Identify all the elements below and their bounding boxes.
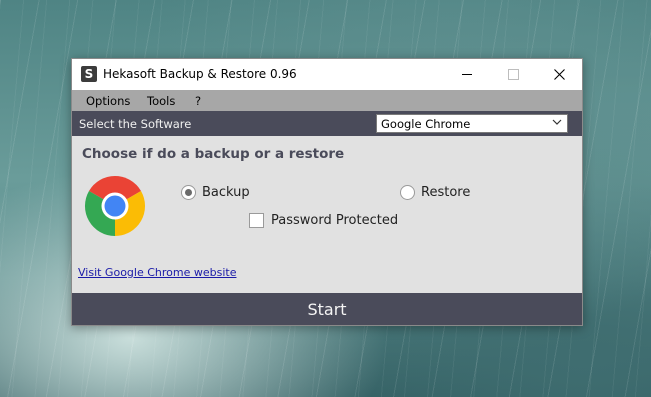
menu-bar: Options Tools ? xyxy=(72,90,582,111)
menu-tools[interactable]: Tools xyxy=(147,94,175,108)
chevron-down-icon xyxy=(552,119,562,125)
minimize-icon xyxy=(462,74,472,75)
close-button[interactable] xyxy=(536,59,582,90)
restore-radio[interactable] xyxy=(400,185,415,200)
backup-label: Backup xyxy=(202,185,250,200)
password-label: Password Protected xyxy=(271,213,399,228)
software-selector-bar: Select the Software Google Chrome xyxy=(72,111,582,136)
chrome-logo-icon xyxy=(84,176,146,236)
software-select-value: Google Chrome xyxy=(381,117,471,131)
minimize-button[interactable] xyxy=(444,59,490,90)
visit-website-link[interactable]: Visit Google Chrome website xyxy=(78,266,236,279)
window-title: Hekasoft Backup & Restore 0.96 xyxy=(103,67,297,81)
title-bar: S Hekasoft Backup & Restore 0.96 xyxy=(72,59,582,90)
restore-label: Restore xyxy=(421,185,471,200)
backup-radio[interactable] xyxy=(181,185,196,200)
software-selector-label: Select the Software xyxy=(79,117,192,131)
app-icon: S xyxy=(81,66,97,82)
maximize-button[interactable] xyxy=(490,59,536,90)
menu-options[interactable]: Options xyxy=(86,94,130,108)
password-checkbox[interactable] xyxy=(249,213,264,228)
main-panel: Choose if do a backup or a restore Backu… xyxy=(72,136,582,279)
section-heading: Choose if do a backup or a restore xyxy=(82,146,345,162)
start-button[interactable]: Start xyxy=(72,293,582,325)
software-select[interactable]: Google Chrome xyxy=(376,114,568,133)
close-icon xyxy=(553,69,565,80)
maximize-icon xyxy=(507,69,519,80)
menu-help[interactable]: ? xyxy=(195,94,201,108)
app-window: S Hekasoft Backup & Restore 0.96 Options… xyxy=(71,58,583,326)
